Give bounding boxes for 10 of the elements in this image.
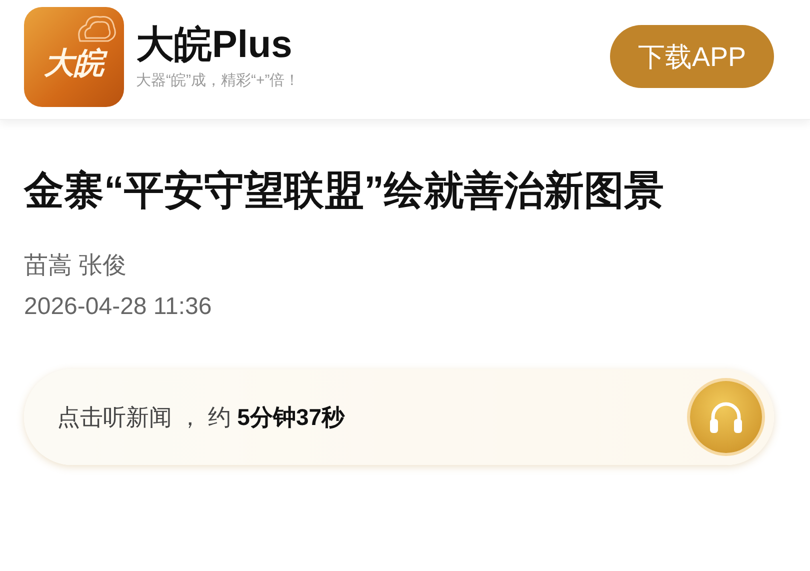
publish-date: 2026-04-28 11:36 [24,293,213,321]
app-name: 大皖Plus [136,23,294,67]
headphones-button[interactable] [690,381,762,453]
article-title: 金寨“平安守望联盟”绘就善治新图景 [24,168,665,215]
app-slogan: 大器“皖”成，精彩“+”倍！ [136,71,301,90]
headphones-icon [708,400,744,434]
download-app-button[interactable]: 下载APP [610,25,774,88]
listen-text: 点击听新闻 ， 约 5分钟37秒 [57,402,346,432]
app-logo: 大皖 [24,6,124,106]
article-authors: 苗嵩 张俊 [24,251,128,281]
